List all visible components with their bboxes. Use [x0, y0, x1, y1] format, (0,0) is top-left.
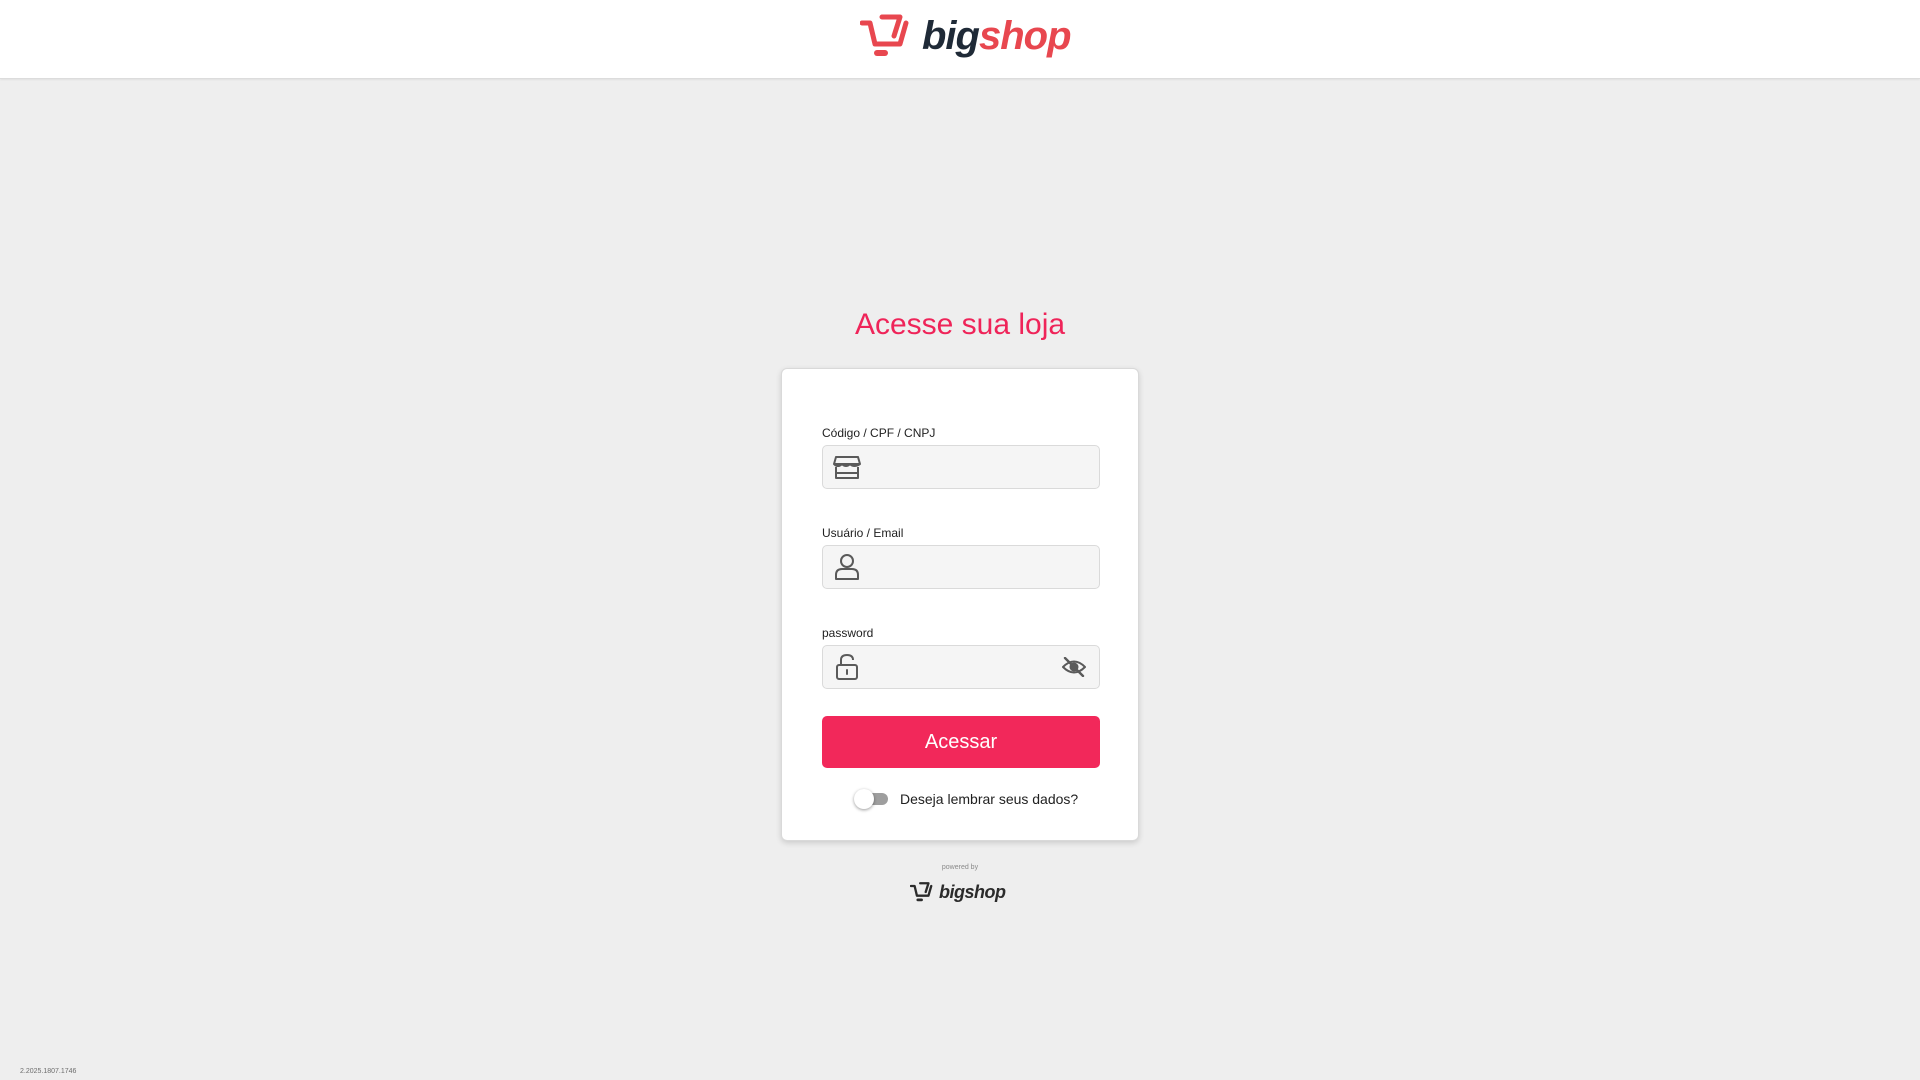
store-icon: [832, 452, 862, 482]
login-card: Código / CPF / CNPJ Usuário / Email pass…: [781, 368, 1139, 841]
brand-word-big: big: [922, 14, 980, 58]
app-version: 2.2025.1807.1746: [20, 1068, 77, 1075]
password-input[interactable]: [862, 646, 1059, 688]
remember-label: Deseja lembrar seus dados?: [900, 791, 1079, 807]
brand-word-shop: shop: [978, 14, 1072, 58]
password-label: password: [822, 626, 874, 640]
brand-wordmark: bigshop: [922, 14, 1072, 58]
user-email-label: Usuário / Email: [822, 526, 904, 540]
toggle-knob: [854, 789, 874, 809]
page-title: Acesse sua loja: [854, 308, 1066, 341]
footer-logo: bigshop: [910, 880, 1006, 904]
brand-logo[interactable]: bigshop: [860, 14, 1072, 58]
user-email-input[interactable]: [862, 546, 1099, 588]
remember-toggle[interactable]: [854, 788, 888, 810]
shopping-cart-icon: [860, 14, 909, 56]
remember-row: Deseja lembrar seus dados?: [854, 787, 1078, 811]
footer-brand: bigshop: [939, 881, 1006, 902]
store-code-field[interactable]: [822, 445, 1100, 489]
eye-off-icon[interactable]: [1059, 652, 1089, 682]
password-field[interactable]: [822, 645, 1100, 689]
user-email-field[interactable]: [822, 545, 1100, 589]
user-icon: [832, 552, 862, 582]
store-code-label: Código / CPF / CNPJ: [822, 426, 936, 440]
store-code-input[interactable]: [862, 446, 1099, 488]
powered-by-text: powered by: [941, 864, 979, 871]
shopping-cart-icon: [910, 882, 933, 902]
login-submit-button[interactable]: Acessar: [822, 716, 1100, 768]
lock-icon: [832, 652, 862, 682]
top-header: bigshop: [0, 0, 1920, 79]
